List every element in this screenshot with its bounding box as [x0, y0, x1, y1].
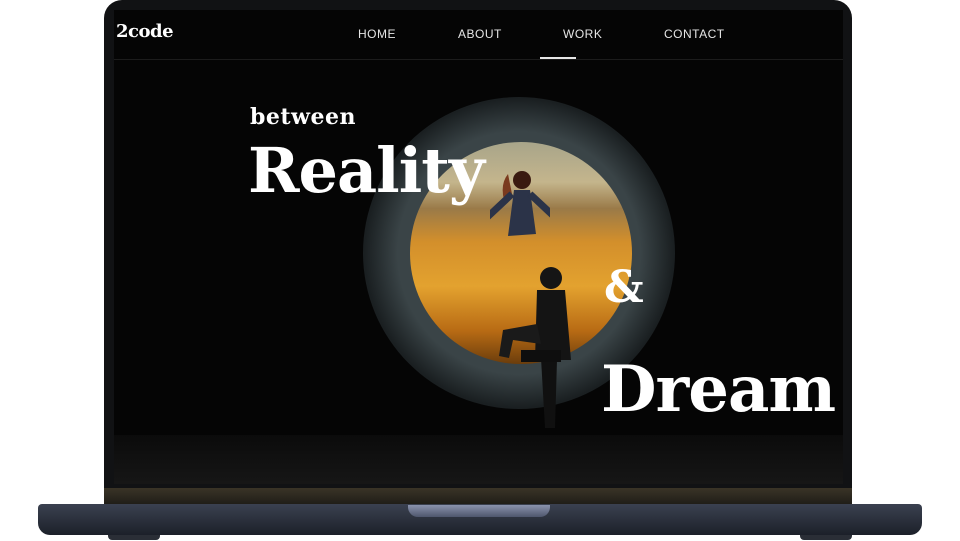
active-nav-indicator	[540, 57, 576, 59]
seated-man-silhouette-icon	[499, 267, 571, 428]
laptop-trackpad-notch	[408, 505, 550, 517]
floor-shadow	[114, 435, 843, 484]
nav-contact[interactable]: CONTACT	[664, 27, 725, 41]
top-navigation: 2code HOME ABOUT WORK CONTACT	[114, 10, 843, 60]
hero-word-reality: Reality	[248, 134, 485, 207]
laptop-mockup: 2code HOME ABOUT WORK CONTACT between Re…	[0, 0, 960, 541]
hero-word-between: between	[250, 104, 356, 130]
hero-word-dream: Dream	[601, 352, 836, 427]
laptop-foot	[108, 535, 160, 540]
nav-work[interactable]: WORK	[563, 27, 602, 41]
website-screen: 2code HOME ABOUT WORK CONTACT between Re…	[114, 10, 843, 484]
brand-logo[interactable]: 2code	[116, 21, 174, 42]
hero-ampersand: &	[604, 262, 644, 313]
nav-home[interactable]: HOME	[358, 27, 396, 41]
nav-about[interactable]: ABOUT	[458, 27, 502, 41]
laptop-foot	[800, 535, 852, 540]
